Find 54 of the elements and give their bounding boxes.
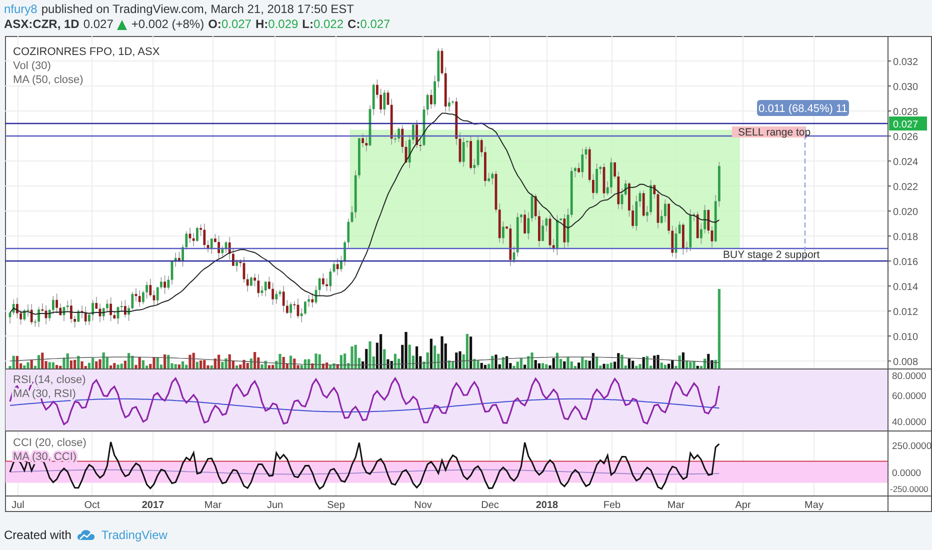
price-axis-label: 0.012: [893, 307, 918, 318]
publish-info: published on TradingView.com, March 21, 2018 17:50 EST: [41, 2, 354, 17]
cci-axis-label: -250.0000: [890, 484, 928, 494]
indicator-legend: MA (50, close): [13, 74, 84, 86]
created-with-text: Created with: [4, 528, 72, 542]
price-axis-label: 0.016: [893, 257, 918, 268]
price-axis-label: 0.022: [893, 182, 918, 193]
last-price-tag: 0.027: [889, 116, 927, 130]
cloud-logo-icon: [77, 529, 96, 541]
ohlc-value: H:0.029: [255, 17, 298, 32]
cci-axis-label: 0.0000: [892, 468, 922, 479]
cci-axis-label: 250.0000: [892, 441, 932, 452]
price-axis-label: 0.032: [893, 57, 918, 68]
ohlc-value: C:0.027: [348, 17, 390, 32]
indicator-legend: RSI (14, close): [13, 374, 86, 386]
indicator-legend: MA (30, CCI): [13, 451, 77, 463]
time-axis-label: Mar: [204, 500, 222, 511]
time-axis-label: Sep: [327, 500, 345, 511]
price-axis-label: 0.014: [893, 282, 918, 293]
symbol-label: ASX:CZR, 1D: [4, 17, 80, 32]
time-axis-label: Jul: [12, 500, 24, 511]
rsi-axis-label: 40.0000: [892, 417, 926, 428]
measure-label: 0.011 (68.45%) 11: [757, 100, 849, 116]
time-axis-label: Dec: [481, 500, 499, 511]
time-axis-label: May: [804, 500, 824, 511]
indicator-legend: Vol (30): [13, 60, 51, 72]
price-axis-label: 0.008: [893, 357, 918, 368]
time-axis-label: Jun: [266, 500, 284, 511]
price-axis-label: 0.024: [893, 157, 918, 168]
price-axis-label: 0.026: [893, 132, 918, 143]
time-axis-label: Nov: [414, 500, 432, 511]
chart-title: COZIRONRES FPO, 1D, ASX: [13, 46, 160, 58]
ohlc-value: L:0.022: [302, 17, 344, 32]
price-axis-label: 0.020: [893, 207, 918, 218]
time-axis-label: Apr: [735, 500, 751, 511]
time-axis-label: Feb: [603, 500, 621, 511]
price-axis-label: 0.010: [893, 332, 918, 343]
price-change: +0.002 (+8%): [131, 17, 204, 32]
time-axis-label: 2017: [142, 500, 164, 511]
price-axis-label: 0.028: [893, 107, 918, 118]
time-axis-label: 2018: [536, 500, 558, 511]
price-axis-label: 0.030: [893, 82, 918, 93]
sell-label: SELL range top: [732, 126, 811, 138]
brand-link[interactable]: TradingView: [101, 528, 168, 542]
rsi-axis-label: 80.0000: [892, 371, 926, 382]
author-link[interactable]: nfury8: [4, 2, 38, 17]
time-axis-label: Oct: [84, 500, 100, 511]
buy-label: BUY stage 2 support: [723, 249, 820, 261]
time-axis-label: Mar: [667, 500, 685, 511]
price-axis-label: 0.018: [893, 232, 918, 243]
last-price: 0.027: [83, 17, 114, 32]
indicator-legend: CCI (20, close): [13, 437, 86, 449]
rsi-axis-label: 60.0000: [892, 391, 926, 402]
ohlc-value: O:0.027: [208, 17, 252, 32]
